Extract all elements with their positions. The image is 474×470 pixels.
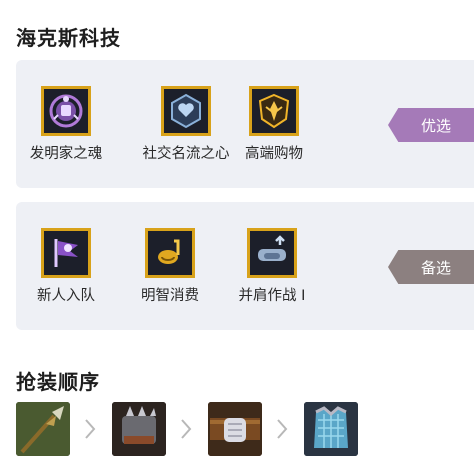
augment-label: 高端购物 (245, 146, 303, 162)
chevron-right-icon (181, 419, 192, 439)
shoulder-to-shoulder-icon (247, 228, 297, 278)
chevron-right-icon (277, 419, 288, 439)
preferred-tag: 优选 (388, 108, 474, 142)
augment-label: 社交名流之心 (142, 146, 230, 162)
build-item-1[interactable] (16, 402, 70, 456)
spear-item-icon (16, 402, 70, 456)
new-recruit-icon (41, 228, 91, 278)
augment-inventor-soul[interactable]: 发明家之魂 (16, 86, 116, 163)
chevron-right-icon (85, 419, 96, 439)
augment-socialite-heart[interactable]: 社交名流之心 (136, 86, 236, 163)
augment-label: 新人入队 (37, 288, 95, 304)
augment-high-end-shopping[interactable]: 高端购物 (224, 86, 324, 163)
fist-belt-item-icon (208, 402, 262, 456)
build-item-2[interactable] (112, 402, 166, 456)
augment-label: 明智消费 (141, 288, 199, 304)
augment-new-recruit[interactable]: 新人入队 (16, 228, 116, 305)
alternate-augments-panel: 新人入队 明智消费 并肩作战 I 备选 (16, 202, 474, 330)
augment-label: 并肩作战 I (238, 288, 306, 304)
augment-wise-spending[interactable]: 明智消费 (120, 228, 220, 305)
crystal-armor-item-icon (304, 402, 358, 456)
preferred-augments-panel: 发明家之魂 社交名流之心 高端购物 优选 (16, 60, 474, 188)
high-end-shopping-icon (249, 86, 299, 136)
augment-label: 发明家之魂 (29, 146, 103, 162)
hextech-section-title: 海克斯科技 (16, 26, 121, 50)
alternate-tag: 备选 (388, 250, 474, 284)
spiked-gauntlet-item-icon (112, 402, 166, 456)
socialite-heart-icon (161, 86, 211, 136)
augment-shoulder-to-shoulder[interactable]: 并肩作战 I (222, 228, 322, 305)
inventor-soul-icon (41, 86, 91, 136)
build-item-4[interactable] (304, 402, 358, 456)
build-order-title: 抢装顺序 (16, 370, 100, 394)
wise-spending-icon (145, 228, 195, 278)
build-item-3[interactable] (208, 402, 262, 456)
